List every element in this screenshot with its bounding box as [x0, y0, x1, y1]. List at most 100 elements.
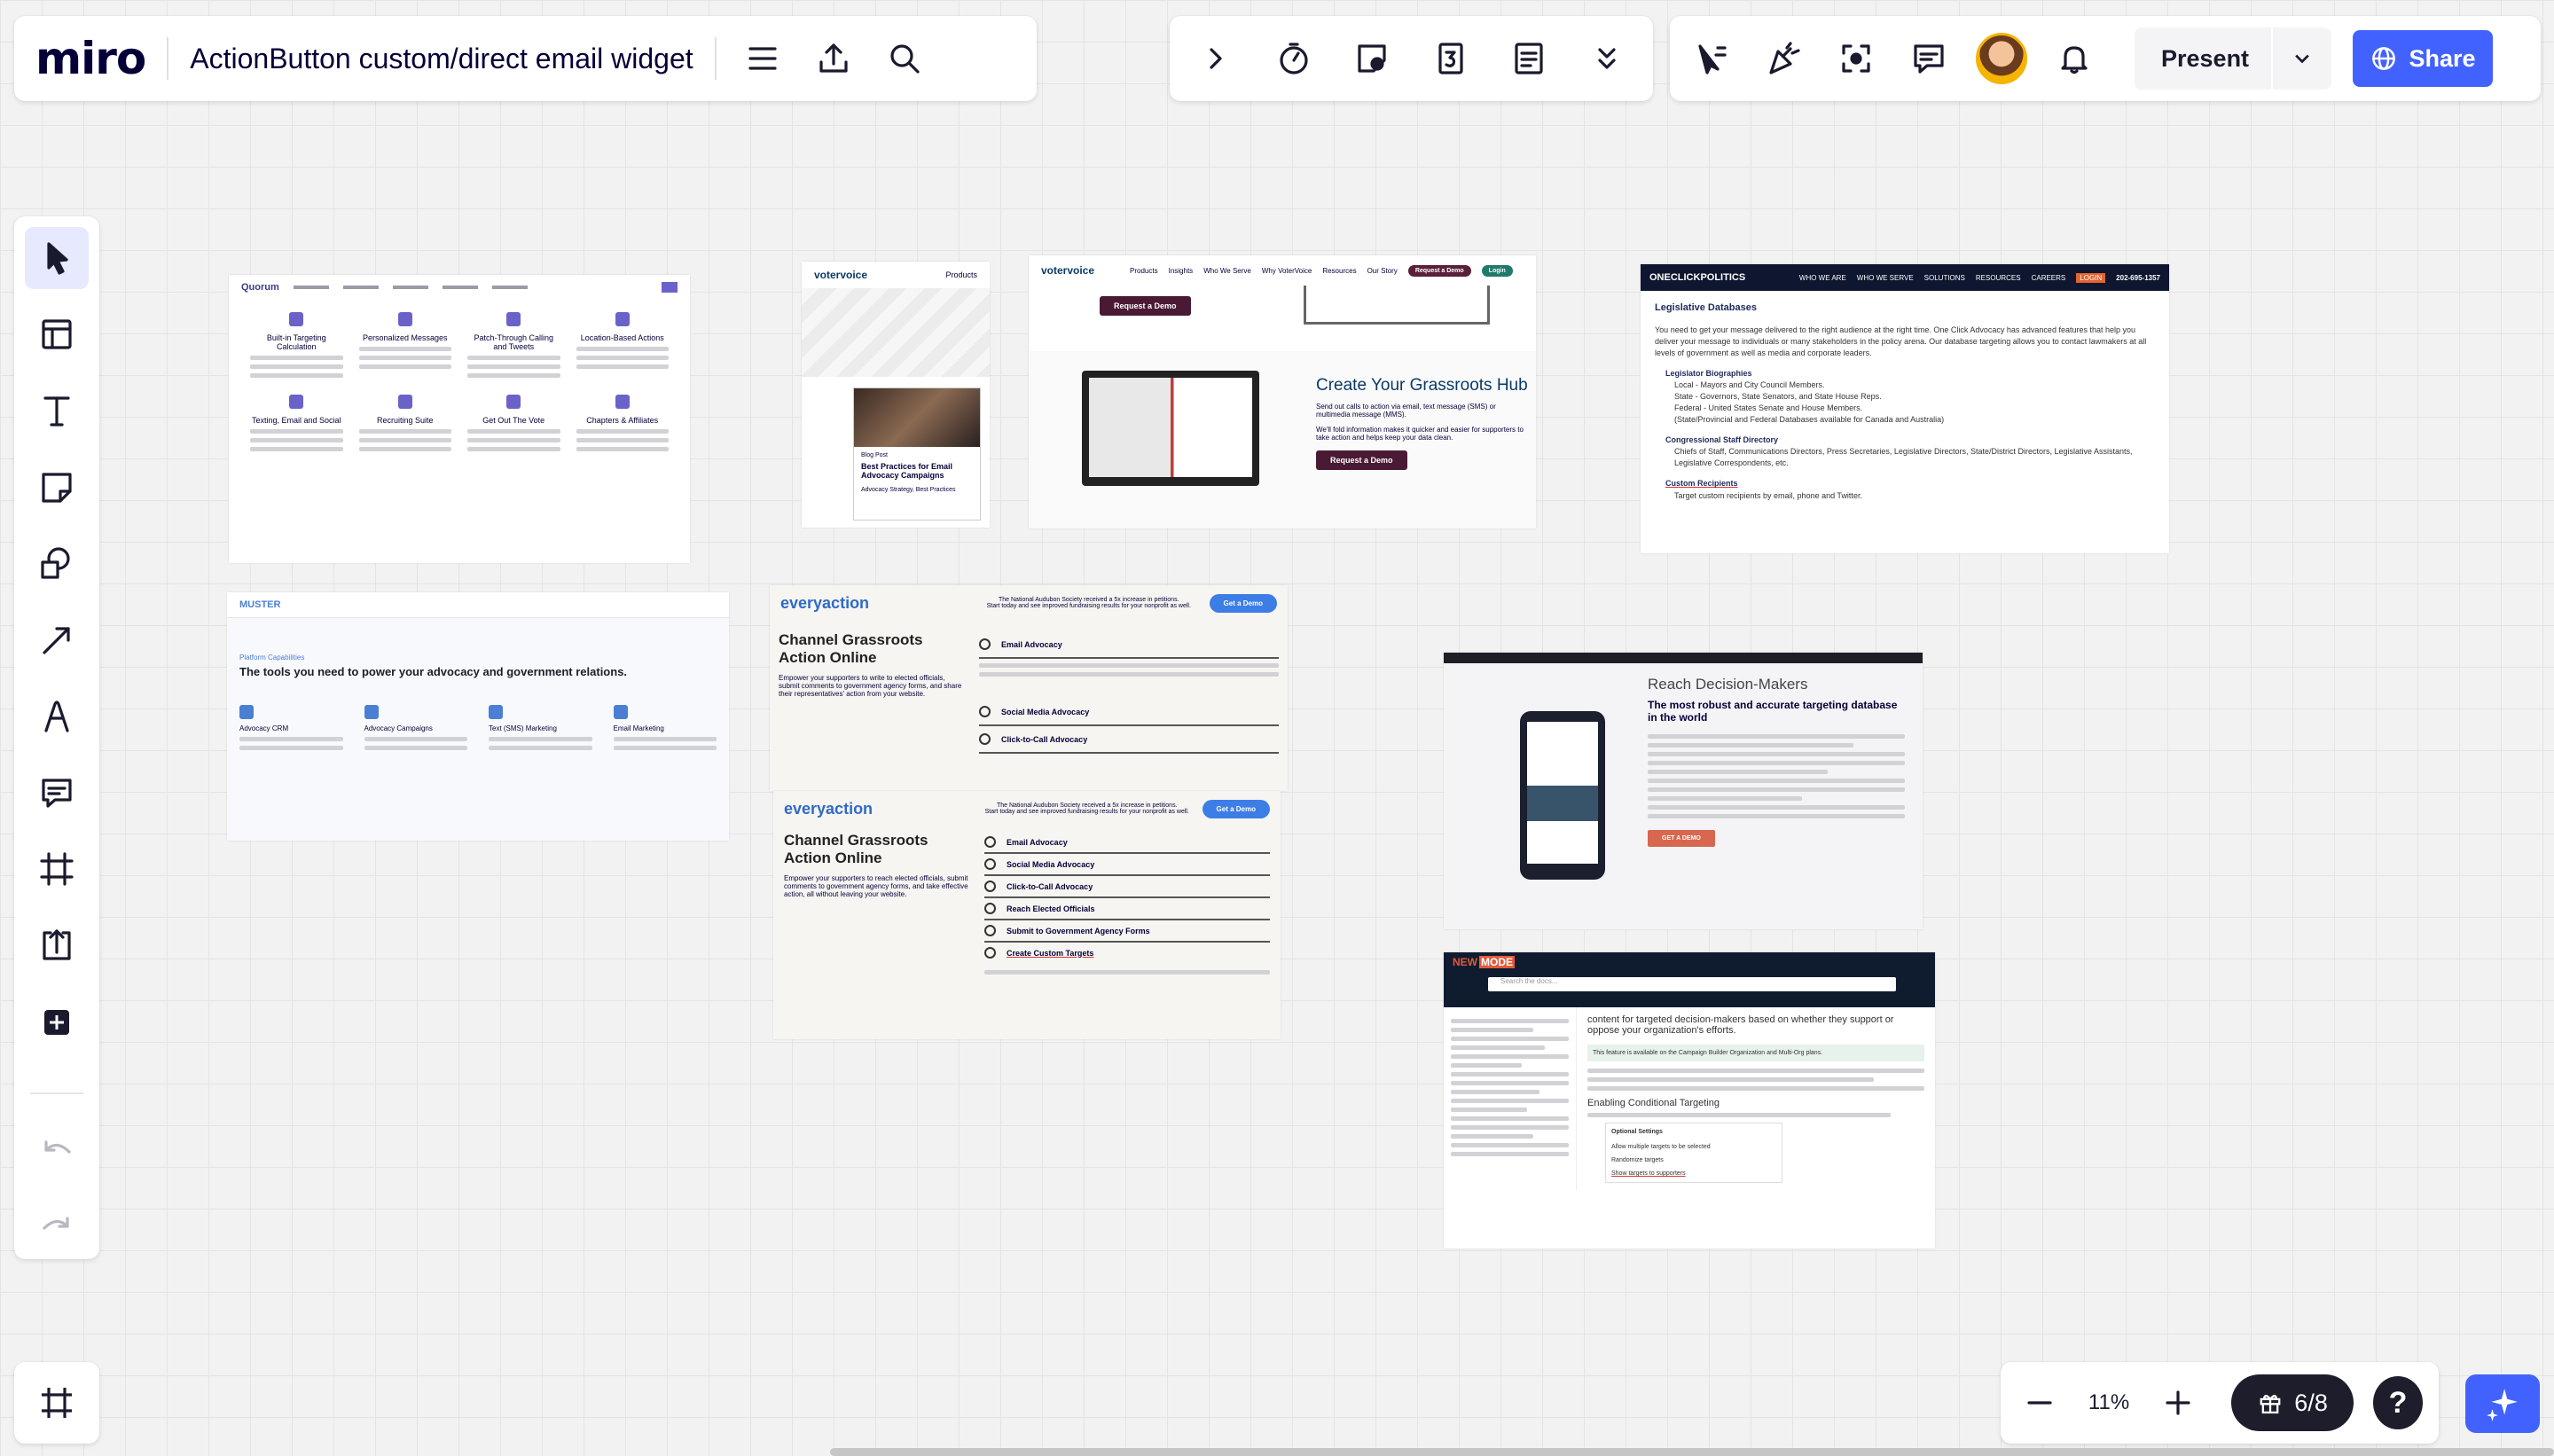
oneclick-line: State - Governors, State Senators, and S… [1674, 392, 1882, 402]
feature-item: Chapters & Affiliates [576, 395, 669, 456]
quorum-nav: Quorum [229, 275, 690, 300]
bell-icon [2061, 46, 2088, 74]
focus-frame-icon [1842, 44, 1870, 73]
hub-text: Send out calls to action via email, text… [1316, 403, 1496, 419]
text-tool[interactable] [25, 380, 89, 442]
feature-icon [289, 395, 304, 409]
ai-assist-button[interactable] [2465, 1374, 2540, 1433]
screenshot-votervoice-blog[interactable]: votervoice Products Blog Post Best Pract… [802, 262, 990, 528]
expand-toolbar-button[interactable] [1184, 27, 1248, 90]
nav-link: Resources [1322, 266, 1357, 275]
zoom-in-button[interactable] [2155, 1371, 2201, 1435]
present-button[interactable]: Present [2135, 45, 2271, 73]
feature-icon [506, 395, 521, 409]
screenshot-votervoice-hub[interactable]: votervoice Products Insights Who We Serv… [1029, 255, 1536, 528]
comment-tool[interactable] [25, 762, 89, 824]
creation-toolbar [14, 216, 99, 1259]
screenshot-oneclick[interactable]: ONECLICKPOLITICS WHO WE ARE WHO WE SERVE… [1641, 264, 2169, 553]
screenshot-newmode[interactable]: NEW MODE Search the docs... content for t… [1444, 952, 1935, 1249]
arrow-icon [43, 627, 70, 654]
chevron-down-icon [2295, 54, 2309, 64]
votervoice-logo: votervoice [814, 269, 868, 281]
option-item: Show targets to supporters [1611, 1170, 1686, 1177]
present-dropdown[interactable] [2271, 27, 2331, 90]
screenshot-reach-decision-makers[interactable]: Reach Decision-Makers The most robust an… [1444, 653, 1923, 929]
onboarding-progress-button[interactable]: 6/8 [2231, 1374, 2354, 1431]
share-button[interactable]: Share [2353, 30, 2493, 87]
screenshot-everyaction-2[interactable]: everyaction The National Audubon Society… [773, 791, 1281, 1039]
reactions-button[interactable] [1751, 27, 1815, 90]
undo-button[interactable] [25, 1121, 89, 1183]
newmode-logo-a: NEW [1453, 956, 1477, 968]
board-title[interactable]: ActionButton custom/direct email widget [190, 43, 693, 75]
phone-illustration [1520, 711, 1605, 880]
notifications-button[interactable] [2042, 27, 2106, 90]
quorum-features: Built-in Targeting Calculation Personali… [229, 300, 690, 468]
screenshot-muster[interactable]: MUSTER Platform Capabilities The tools y… [227, 592, 729, 841]
ea2-header: everyaction The National Audubon Society… [773, 791, 1281, 826]
nav-link: WHO WE ARE [1798, 273, 1846, 282]
horizontal-scrollbar[interactable] [830, 1448, 2554, 1456]
connection-line-tool[interactable] [25, 609, 89, 671]
user-avatar[interactable] [1970, 33, 2033, 84]
focus-button[interactable] [1824, 27, 1888, 90]
toolbar-divider [30, 1092, 83, 1094]
nav-link: Why VoterVoice [1261, 266, 1312, 275]
votervoice-logo: votervoice [1041, 264, 1095, 277]
pen-tool[interactable] [25, 685, 89, 748]
zoom-out-button[interactable] [2017, 1371, 2063, 1435]
text-icon [43, 396, 70, 427]
hub-text-2: We'll fold information makes it quicker … [1316, 426, 1524, 442]
miro-logo[interactable]: miro [35, 33, 146, 84]
hub-top-strip: Request a Demo [1029, 286, 1536, 351]
comment-icon [1914, 44, 1944, 74]
document-icon [1515, 43, 1543, 74]
divider [167, 37, 169, 80]
zoom-controls: 11% 6/8 ? [2001, 1362, 2439, 1444]
hub-title: Create Your Grassroots Hub [1316, 376, 1528, 395]
upload-icon [819, 43, 848, 73]
zoom-level[interactable]: 11% [2082, 1390, 2135, 1415]
feature-item: Personalized Messages [358, 312, 451, 382]
timer-button[interactable] [1262, 27, 1326, 90]
frame-tool[interactable] [25, 838, 89, 900]
shapes-tool[interactable] [25, 533, 89, 595]
templates-tool[interactable] [25, 303, 89, 365]
timer-icon [1280, 43, 1308, 74]
frames-panel-button[interactable] [14, 1362, 99, 1444]
screenshot-everyaction-1[interactable]: everyaction The National Audubon Society… [770, 585, 1288, 791]
oneclick-line: Local - Mayors and City Council Members. [1674, 380, 1825, 390]
redo-button[interactable] [25, 1197, 89, 1259]
feature-icon [289, 312, 304, 326]
ea2-text: Empower your supporters to reach elected… [784, 874, 968, 898]
export-button[interactable] [802, 27, 866, 90]
comment-icon [42, 779, 72, 808]
comments-button[interactable] [1897, 27, 1961, 90]
search-button[interactable] [873, 27, 936, 90]
more-tools-button[interactable] [1575, 27, 1639, 90]
more-apps-tool[interactable] [25, 991, 89, 1053]
feature-icon [615, 312, 630, 326]
muster-item: Email Marketing [613, 705, 717, 755]
oneclick-section-title: Custom Recipients [1665, 479, 1738, 489]
help-button[interactable]: ? [2373, 1376, 2423, 1429]
plus-box-icon [44, 1009, 69, 1035]
oneclick-section-title: Congressional Staff Directory [1665, 435, 1779, 445]
apps-button[interactable] [1419, 27, 1483, 90]
collaboration-toolbar [1170, 16, 1653, 101]
undo-icon [44, 1140, 71, 1154]
pen-icon [44, 701, 69, 732]
muster-item: Text (SMS) Marketing [489, 705, 592, 755]
main-menu-button[interactable] [731, 27, 795, 90]
gift-icon [2260, 1395, 2281, 1414]
blog-image [854, 388, 980, 447]
sticky-note-tool[interactable] [25, 456, 89, 518]
follow-pointer-button[interactable] [1679, 27, 1743, 90]
cursor-pointer-icon [1698, 44, 1727, 74]
notes-button[interactable] [1497, 27, 1561, 90]
feature-item: Get Out The Vote [467, 395, 560, 456]
voting-button[interactable] [1340, 27, 1404, 90]
upload-tool[interactable] [25, 914, 89, 976]
select-tool[interactable] [25, 227, 89, 290]
screenshot-quorum[interactable]: Quorum Built-in Targeting Calculation Pe… [229, 275, 690, 563]
